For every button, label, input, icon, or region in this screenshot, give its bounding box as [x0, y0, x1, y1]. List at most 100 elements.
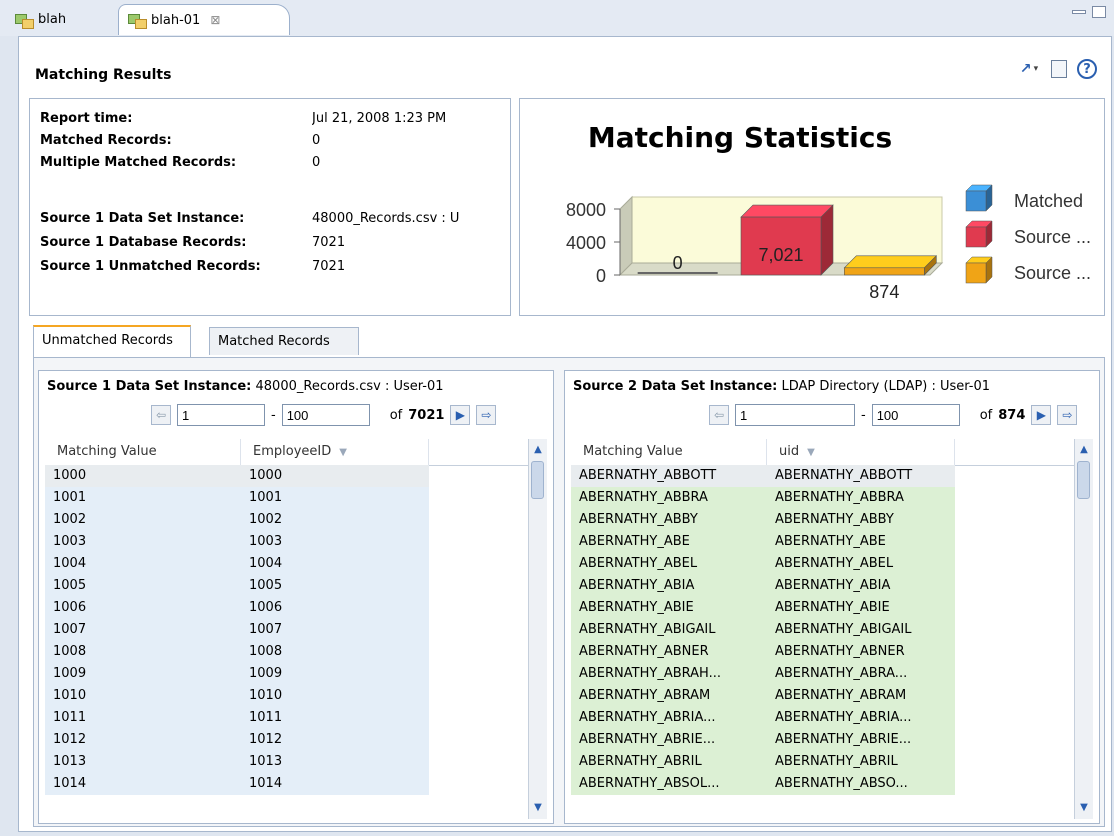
table-row[interactable]: 1009 1009: [45, 663, 529, 685]
bar-data-label: 7,021: [758, 245, 803, 265]
cell-filler: [955, 465, 1075, 487]
report-icon[interactable]: [1051, 60, 1067, 78]
prev-page-icon[interactable]: ⇦: [151, 405, 171, 425]
scroll-down-icon[interactable]: ▼: [529, 799, 547, 817]
cell-key-value: ABERNATHY_ABRIL: [767, 751, 955, 773]
next-page-icon[interactable]: ▶: [1031, 405, 1052, 425]
maximize-icon[interactable]: [1092, 6, 1106, 18]
export-icon[interactable]: [1017, 57, 1041, 81]
cell-matching-value: ABERNATHY_ABBRA: [571, 487, 767, 509]
editor-tab-bar: blah blah-01 ⊠: [0, 0, 1114, 36]
cell-matching-value: ABERNATHY_ABBOTT: [571, 465, 767, 487]
table-row[interactable]: 1004 1004: [45, 553, 529, 575]
cell-matching-value: ABERNATHY_ABRIL: [571, 751, 767, 773]
source1-pager: ⇦ - of 7021 ▶ ⇨: [151, 403, 497, 427]
cell-filler: [955, 751, 1075, 773]
source1-to-input[interactable]: [281, 404, 370, 426]
source2-grid-header: Matching Value uid ▼: [571, 439, 1093, 466]
table-row[interactable]: 1000 1000: [45, 465, 529, 487]
cell-filler: [429, 773, 529, 795]
cell-matching-value: ABERNATHY_ABRAM: [571, 685, 767, 707]
cell-matching-value: 1010: [45, 685, 241, 707]
cell-matching-value: 1011: [45, 707, 241, 729]
minimize-icon[interactable]: [1072, 10, 1086, 14]
col-employee-id[interactable]: EmployeeID ▼: [241, 439, 429, 465]
cell-key-value: 1012: [241, 729, 429, 751]
col-matching-value[interactable]: Matching Value: [45, 439, 241, 465]
table-row[interactable]: ABERNATHY_ABBOTT ABERNATHY_ABBOTT: [571, 465, 1075, 487]
cell-filler: [429, 729, 529, 751]
cell-filler: [955, 509, 1075, 531]
table-row[interactable]: 1002 1002: [45, 509, 529, 531]
col-matching-value[interactable]: Matching Value: [571, 439, 767, 465]
source2-from-input[interactable]: [735, 404, 855, 426]
table-row[interactable]: ABERNATHY_ABEL ABERNATHY_ABEL: [571, 553, 1075, 575]
report-time-row: Report time: Jul 21, 2008 1:23 PM: [40, 111, 502, 131]
source1-scrollbar[interactable]: ▲ ▼: [528, 439, 547, 819]
cell-filler: [429, 641, 529, 663]
table-row[interactable]: ABERNATHY_ABRIA... ABERNATHY_ABRIA...: [571, 707, 1075, 729]
cell-filler: [429, 509, 529, 531]
cell-key-value: 1009: [241, 663, 429, 685]
table-row[interactable]: 1006 1006: [45, 597, 529, 619]
source2-grid: Matching Value uid ▼ ABERNATHY_ABBOTT ABER…: [571, 439, 1093, 819]
source2-to-input[interactable]: [871, 404, 960, 426]
table-row[interactable]: ABERNATHY_ABRIL ABERNATHY_ABRIL: [571, 751, 1075, 773]
matched-value: 0: [312, 133, 321, 148]
matched-row: Matched Records: 0: [40, 133, 502, 153]
table-row[interactable]: ABERNATHY_ABBY ABERNATHY_ABBY: [571, 509, 1075, 531]
cell-key-value: ABERNATHY_ABSO...: [767, 773, 955, 795]
table-row[interactable]: 1005 1005: [45, 575, 529, 597]
table-row[interactable]: ABERNATHY_ABIGAIL ABERNATHY_ABIGAIL: [571, 619, 1075, 641]
table-row[interactable]: ABERNATHY_ABE ABERNATHY_ABE: [571, 531, 1075, 553]
table-row[interactable]: 1007 1007: [45, 619, 529, 641]
table-row[interactable]: 1010 1010: [45, 685, 529, 707]
editor-tab-blah-01[interactable]: blah-01 ⊠: [118, 4, 290, 35]
source2-scrollbar[interactable]: ▲ ▼: [1074, 439, 1093, 819]
editor-tab-label: blah-01: [151, 12, 201, 28]
table-row[interactable]: ABERNATHY_ABIA ABERNATHY_ABIA: [571, 575, 1075, 597]
help-icon[interactable]: ?: [1077, 59, 1097, 79]
table-row[interactable]: 1011 1011: [45, 707, 529, 729]
cell-key-value: 1006: [241, 597, 429, 619]
tab-matched-records[interactable]: Matched Records: [209, 327, 359, 355]
chart-side-wall: [619, 195, 633, 277]
close-tab-icon[interactable]: ⊠: [210, 13, 220, 27]
table-row[interactable]: ABERNATHY_ABNER ABERNATHY_ABNER: [571, 641, 1075, 663]
scroll-down-icon[interactable]: ▼: [1075, 799, 1093, 817]
tab-unmatched-records[interactable]: Unmatched Records: [33, 325, 191, 357]
scroll-up-icon[interactable]: ▲: [529, 441, 547, 459]
report-time-label: Report time:: [40, 111, 133, 126]
table-row[interactable]: ABERNATHY_ABRAM ABERNATHY_ABRAM: [571, 685, 1075, 707]
editor-tab-blah[interactable]: blah: [6, 4, 110, 35]
table-row[interactable]: ABERNATHY_ABRIE... ABERNATHY_ABRIE...: [571, 729, 1075, 751]
table-row[interactable]: ABERNATHY_ABBRA ABERNATHY_ABBRA: [571, 487, 1075, 509]
cell-key-value: 1001: [241, 487, 429, 509]
last-page-icon[interactable]: ⇨: [1057, 405, 1078, 425]
scroll-thumb[interactable]: [1077, 461, 1090, 499]
table-row[interactable]: ABERNATHY_ABIE ABERNATHY_ABIE: [571, 597, 1075, 619]
scroll-up-icon[interactable]: ▲: [1075, 441, 1093, 459]
table-row[interactable]: 1003 1003: [45, 531, 529, 553]
table-row[interactable]: ABERNATHY_ABSOL... ABERNATHY_ABSO...: [571, 773, 1075, 795]
of-label: of: [389, 407, 403, 423]
cell-key-value: ABERNATHY_ABIA: [767, 575, 955, 597]
bar-top: [843, 255, 938, 269]
table-row[interactable]: ABERNATHY_ABRAH... ABERNATHY_ABRA...: [571, 663, 1075, 685]
scroll-thumb[interactable]: [531, 461, 544, 499]
table-row[interactable]: 1008 1008: [45, 641, 529, 663]
table-row[interactable]: 1012 1012: [45, 729, 529, 751]
table-row[interactable]: 1013 1013: [45, 751, 529, 773]
last-page-icon[interactable]: ⇨: [476, 405, 497, 425]
sort-desc-icon: ▼: [807, 447, 815, 458]
source1-from-input[interactable]: [177, 404, 265, 426]
cell-key-value: 1002: [241, 509, 429, 531]
cell-key-value: ABERNATHY_ABRIA...: [767, 707, 955, 729]
table-row[interactable]: 1001 1001: [45, 487, 529, 509]
cell-matching-value: 1005: [45, 575, 241, 597]
col-uid[interactable]: uid ▼: [767, 439, 955, 465]
table-row[interactable]: 1014 1014: [45, 773, 529, 795]
prev-page-icon[interactable]: ⇦: [709, 405, 729, 425]
cell-matching-value: 1001: [45, 487, 241, 509]
next-page-icon[interactable]: ▶: [450, 405, 471, 425]
